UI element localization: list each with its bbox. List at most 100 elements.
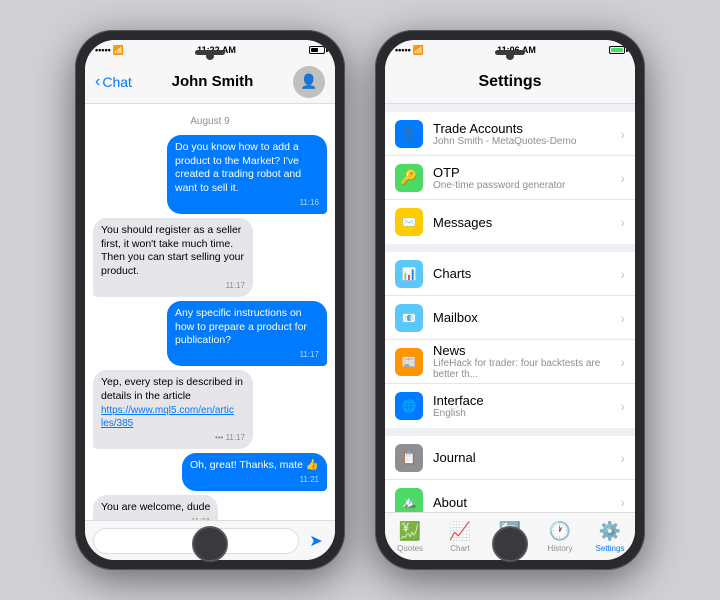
battery-level — [611, 48, 623, 52]
chat-messages: August 9 Do you know how to add a produc… — [85, 104, 335, 520]
back-label: Chat — [102, 74, 132, 90]
chevron-right-icon: › — [620, 266, 625, 282]
about-text: About — [433, 495, 610, 510]
back-button[interactable]: ‹ Chat — [95, 73, 132, 91]
message-link[interactable]: https://www.mql5.com/en/artic les/385 — [101, 405, 234, 430]
chart-icon: 📈 — [449, 521, 471, 542]
tab-chart[interactable]: 📈 Chart — [435, 513, 485, 560]
send-icon: ➤ — [309, 531, 322, 551]
chevron-right-icon: › — [620, 450, 625, 466]
journal-icon: 📋 — [395, 444, 423, 472]
battery-level — [311, 48, 318, 52]
row-label: Charts — [433, 266, 610, 281]
message-text: You are welcome, dude — [101, 501, 210, 513]
bubble-in: You are welcome, dude 11:21 — [93, 495, 218, 520]
row-label: OTP — [433, 165, 610, 180]
battery-area — [609, 46, 625, 54]
interface-icon: 🌐 — [395, 392, 423, 420]
message-1: Do you know how to add a product to the … — [93, 135, 327, 214]
messages-icon: ✉️ — [395, 208, 423, 236]
mailbox-icon: 📧 — [395, 304, 423, 332]
row-label: Trade Accounts — [433, 121, 610, 136]
chat-nav: ‹ Chat John Smith 👤 — [85, 60, 335, 104]
row-sublabel: One-time password generator — [433, 180, 610, 191]
chevron-right-icon: › — [620, 310, 625, 326]
settings-row-charts[interactable]: 📊 Charts › — [385, 252, 635, 296]
message-4: Yep, every step is described in details … — [93, 370, 327, 449]
chevron-right-icon: › — [620, 126, 625, 142]
signal-area: ••••• 📶 — [395, 45, 424, 56]
tab-settings[interactable]: ⚙️ Settings — [585, 513, 635, 560]
row-label: News — [433, 343, 610, 358]
settings-section-2: 📊 Charts › 📧 Mailbox › 📰 — [385, 252, 635, 428]
message-2: You should register as a seller first, i… — [93, 218, 327, 297]
chevron-right-icon: › — [620, 494, 625, 510]
chat-contact-name: John Smith — [140, 73, 285, 90]
tab-history[interactable]: 🕐 History — [535, 513, 585, 560]
bubble-in: You should register as a seller first, i… — [93, 218, 253, 297]
settings-row-otp[interactable]: 🔑 OTP One-time password generator › — [385, 156, 635, 200]
otp-text: OTP One-time password generator — [433, 165, 610, 191]
message-6: You are welcome, dude 11:21 — [93, 495, 327, 520]
settings-row-about[interactable]: 🏔️ About › — [385, 480, 635, 512]
right-phone: ••••• 📶 11:06 AM Settings — [375, 30, 645, 570]
tab-label: Chart — [450, 544, 470, 553]
avatar[interactable]: 👤 — [293, 66, 325, 98]
otp-icon: 🔑 — [395, 164, 423, 192]
speaker — [195, 50, 225, 55]
chat-title-area: John Smith — [140, 73, 285, 90]
tab-quotes[interactable]: 💹 Quotes — [385, 513, 435, 560]
home-button[interactable] — [192, 526, 228, 562]
settings-row-interface[interactable]: 🌐 Interface English › — [385, 384, 635, 428]
message-text: Any specific instructions on how to prep… — [175, 307, 307, 346]
bubble-in: Yep, every step is described in details … — [93, 370, 253, 449]
message-time: 11:17 — [101, 281, 245, 291]
date-divider: August 9 — [93, 116, 327, 127]
settings-row-journal[interactable]: 📋 Journal › — [385, 436, 635, 480]
message-time: 11:21 — [101, 517, 210, 520]
chevron-right-icon: › — [620, 398, 625, 414]
tab-label: Quotes — [397, 544, 423, 553]
settings-row-mailbox[interactable]: 📧 Mailbox › — [385, 296, 635, 340]
message-time: 11:21 — [190, 475, 319, 485]
message-time: ••• 11:17 — [101, 433, 245, 443]
settings-row-news[interactable]: 📰 News LifeHack for trader: four backtes… — [385, 340, 635, 384]
chevron-right-icon: › — [620, 214, 625, 230]
row-label: Messages — [433, 215, 610, 230]
chevron-right-icon: › — [620, 170, 625, 186]
charts-text: Charts — [433, 266, 610, 281]
message-text: Yep, every step is described in details … — [101, 376, 243, 402]
settings-row-messages[interactable]: ✉️ Messages › — [385, 200, 635, 244]
settings-row-trade-accounts[interactable]: 👤 Trade Accounts John Smith - MetaQuotes… — [385, 112, 635, 156]
settings-section-1: 👤 Trade Accounts John Smith - MetaQuotes… — [385, 112, 635, 244]
wifi-icon: 📶 — [113, 45, 124, 56]
battery-icon — [309, 46, 325, 54]
row-sublabel: LifeHack for trader: four backtests are … — [433, 358, 610, 380]
messages-text: Messages — [433, 215, 610, 230]
signal-dots: ••••• — [395, 45, 411, 55]
chevron-right-icon: › — [620, 354, 625, 370]
bubble-out: Oh, great! Thanks, mate 👍 11:21 — [182, 453, 327, 491]
signal-area: ••••• 📶 — [95, 45, 124, 56]
history-icon: 🕐 — [549, 521, 571, 542]
battery-icon — [609, 46, 625, 54]
bubble-out: Any specific instructions on how to prep… — [167, 301, 327, 366]
settings-body: 👤 Trade Accounts John Smith - MetaQuotes… — [385, 104, 635, 512]
trade-accounts-text: Trade Accounts John Smith - MetaQuotes-D… — [433, 121, 610, 147]
row-label: Journal — [433, 450, 610, 465]
avatar-placeholder: 👤 — [300, 73, 317, 90]
quotes-icon: 💹 — [399, 521, 421, 542]
message-time: 11:16 — [175, 198, 319, 208]
left-phone: ••••• 📶 11:22 AM ‹ Chat John Smith — [75, 30, 345, 570]
message-text: You should register as a seller first, i… — [101, 224, 244, 277]
speaker — [495, 50, 525, 55]
message-5: Oh, great! Thanks, mate 👍 11:21 — [93, 453, 327, 491]
send-button[interactable]: ➤ — [305, 530, 327, 552]
row-label: Mailbox — [433, 310, 610, 325]
home-button[interactable] — [492, 526, 528, 562]
message-time: 11:17 — [175, 350, 319, 360]
settings-icon: ⚙️ — [599, 521, 621, 542]
bubble-out: Do you know how to add a product to the … — [167, 135, 327, 214]
trade-accounts-icon: 👤 — [395, 120, 423, 148]
message-3: Any specific instructions on how to prep… — [93, 301, 327, 366]
